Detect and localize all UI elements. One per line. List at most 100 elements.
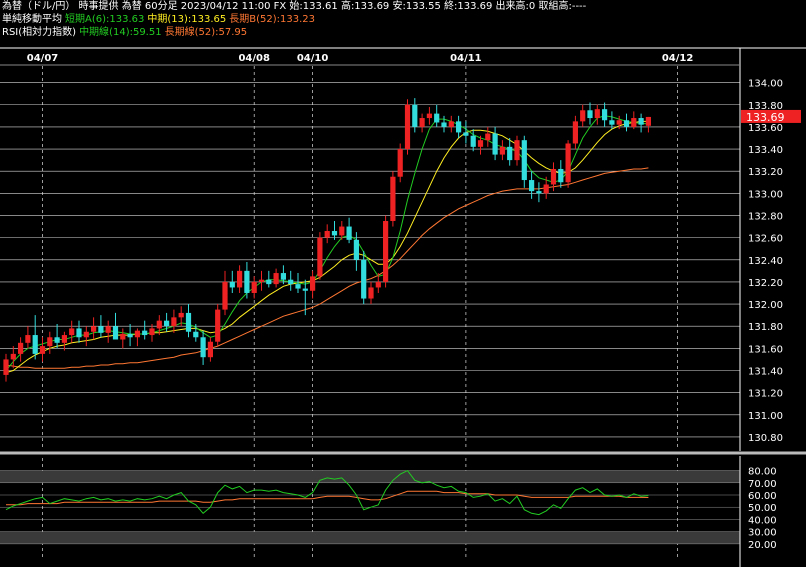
candle-body: [295, 284, 301, 289]
candle-body: [426, 113, 432, 119]
candle-body: [390, 176, 396, 222]
candle-body: [61, 335, 67, 343]
price-tick-label: 131.20: [748, 389, 783, 400]
candle-body: [244, 270, 250, 293]
candle-body: [419, 118, 425, 127]
candle-body: [441, 122, 447, 127]
candle-body: [39, 346, 46, 354]
candle-body: [346, 226, 352, 240]
candle-body: [134, 330, 140, 338]
candle-body: [543, 184, 549, 194]
price-tick-label: 131.40: [748, 366, 783, 377]
candle-body: [580, 110, 586, 122]
candle-body: [456, 121, 462, 133]
price-chart: 134.00133.80133.60133.40133.20133.00132.…: [0, 47, 806, 567]
candle-body: [229, 281, 235, 288]
price-tick-label: 131.00: [748, 411, 783, 422]
price-tick-label: 134.00: [748, 79, 783, 90]
candle-body: [76, 328, 82, 338]
candle-body: [645, 116, 651, 126]
candle-body: [485, 133, 491, 141]
candle-body: [105, 326, 111, 333]
current-price-label: 133.69: [746, 111, 785, 124]
rsi-tick-label: 80.00: [748, 467, 777, 478]
rsi-tick-label: 40.00: [748, 515, 777, 526]
candle-body: [412, 104, 418, 127]
candle-body: [288, 279, 294, 285]
candle-body: [631, 118, 637, 127]
candle-body: [32, 335, 38, 354]
date-label: 04/07: [27, 53, 59, 64]
candle-body: [273, 273, 279, 285]
candle-body: [83, 331, 89, 338]
rsi-tick-label: 60.00: [748, 491, 777, 502]
candle-body: [215, 309, 221, 342]
price-tick-label: 131.60: [748, 344, 783, 355]
candle-body: [280, 273, 286, 280]
candle-body: [434, 113, 440, 123]
rsi-tick-label: 30.00: [748, 528, 777, 539]
candle-body: [10, 353, 16, 360]
candle-body: [98, 326, 104, 333]
price-tick-label: 132.80: [748, 211, 783, 222]
candle-body: [251, 281, 257, 293]
candle-body: [258, 279, 265, 282]
candle-body: [171, 317, 177, 327]
price-tick-label: 131.80: [748, 322, 783, 333]
candle-body: [602, 109, 608, 121]
candle-body: [317, 237, 323, 277]
candle-body: [507, 146, 513, 161]
candle-body: [368, 287, 374, 299]
candle-body: [448, 121, 454, 127]
candle-body: [302, 288, 308, 291]
rsi-tick-label: 50.00: [748, 503, 777, 514]
candle-body: [91, 326, 97, 332]
candle-body: [565, 143, 571, 183]
candle-body: [193, 331, 199, 338]
candle-body: [594, 109, 600, 119]
candle-body: [222, 281, 228, 310]
candle-body: [536, 191, 542, 194]
rsi-tick-label: 70.00: [748, 479, 777, 490]
candle-body: [112, 326, 119, 340]
price-tick-label: 132.00: [748, 300, 783, 311]
candle-body: [397, 149, 403, 177]
candle-body: [616, 120, 622, 125]
candle-body: [207, 341, 213, 358]
candle-body: [375, 281, 381, 288]
candle-body: [142, 330, 148, 336]
candle-body: [25, 335, 31, 343]
candle-body: [120, 333, 126, 340]
candle-body: [558, 168, 564, 183]
candle-body: [383, 221, 389, 282]
candle-body: [492, 133, 498, 155]
candle-body: [521, 140, 527, 181]
candle-body: [499, 146, 505, 155]
candle-body: [310, 276, 316, 291]
candle-body: [3, 359, 9, 375]
price-tick-label: 133.60: [748, 123, 783, 134]
rsi-long-line: [6, 490, 649, 506]
candle-body: [324, 230, 330, 238]
candle-body: [200, 337, 206, 358]
price-tick-label: 130.80: [748, 433, 783, 444]
date-label: 04/12: [662, 53, 694, 64]
candle-body: [353, 239, 359, 260]
candle-body: [149, 328, 155, 336]
candle-body: [54, 337, 60, 343]
candle-body: [266, 279, 272, 285]
candle-body: [477, 140, 484, 147]
candle-body: [623, 120, 630, 127]
date-label: 04/11: [450, 53, 482, 64]
candle-body: [185, 312, 192, 332]
candle-body: [529, 180, 535, 192]
candle-body: [339, 226, 345, 236]
price-tick-label: 133.40: [748, 145, 783, 156]
rsi-band: [0, 470, 740, 483]
candle-body: [638, 118, 644, 125]
date-label: 04/10: [297, 53, 329, 64]
candle-body: [470, 135, 476, 147]
rsi-band: [0, 531, 740, 544]
price-tick-label: 132.60: [748, 234, 783, 245]
candle-body: [127, 333, 133, 338]
